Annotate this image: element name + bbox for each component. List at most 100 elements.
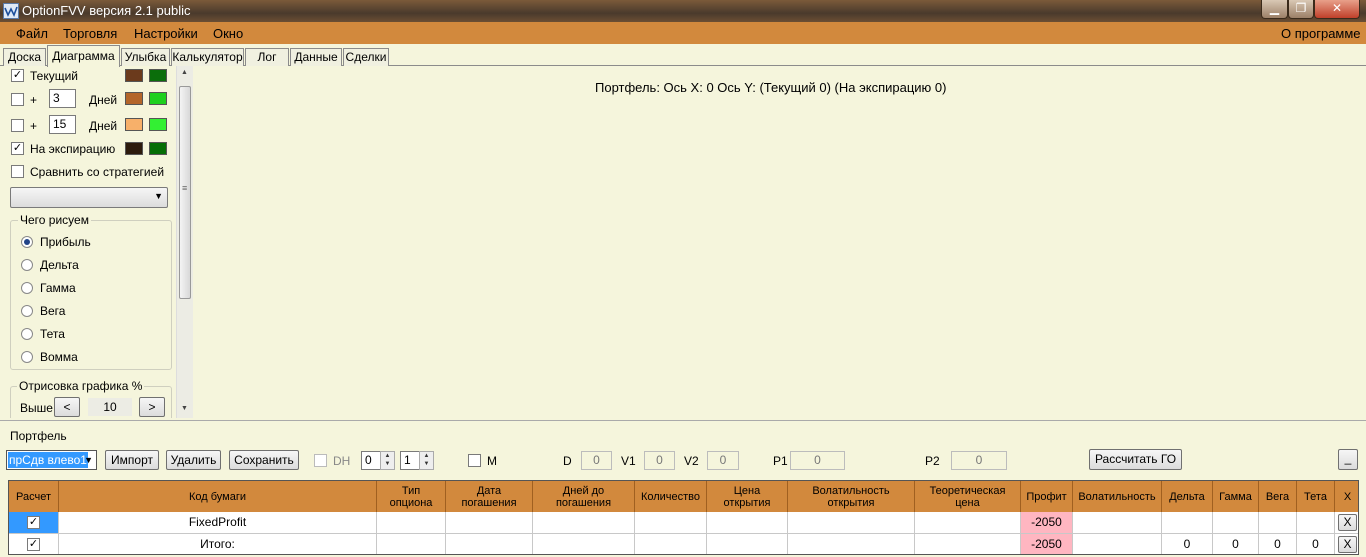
delete-button[interactable]: Удалить bbox=[166, 450, 221, 470]
menu-window[interactable]: Окно bbox=[213, 26, 243, 41]
days2-checkbox[interactable] bbox=[11, 119, 24, 132]
col-header-days-to-expiry[interactable]: Дней до погашения bbox=[533, 481, 635, 512]
days1-alt-color[interactable] bbox=[149, 92, 167, 105]
portfolio-table: Расчет Код бумаги Тип опциона Дата погаш… bbox=[8, 480, 1359, 555]
row-calc-checkbox[interactable]: ✓ bbox=[27, 516, 40, 530]
compare-checkbox[interactable] bbox=[11, 165, 24, 178]
row-remove-button[interactable]: X bbox=[1338, 536, 1357, 554]
radio-delta[interactable] bbox=[21, 259, 33, 271]
tab-log[interactable]: Лог bbox=[245, 48, 289, 66]
draw-type-group-title: Чего рисуем bbox=[18, 213, 91, 227]
col-header-delta[interactable]: Дельта bbox=[1162, 481, 1213, 512]
scroll-down-icon[interactable]: ▼ bbox=[181, 405, 188, 412]
portfolio-title: Портфель bbox=[10, 429, 67, 443]
tab-data[interactable]: Данные bbox=[290, 48, 342, 66]
spin1-input[interactable]: 0 bbox=[361, 451, 381, 470]
days2-alt-color[interactable] bbox=[149, 118, 167, 131]
p1-field[interactable]: 0 bbox=[790, 451, 845, 470]
row-calc-cell[interactable]: ✓ bbox=[9, 512, 59, 534]
col-header-calc[interactable]: Расчет bbox=[9, 481, 59, 512]
col-header-gamma[interactable]: Гамма bbox=[1213, 481, 1259, 512]
save-button[interactable]: Сохранить bbox=[229, 450, 299, 470]
days1-checkbox[interactable] bbox=[11, 93, 24, 106]
tab-diagram[interactable]: Диаграмма bbox=[47, 45, 120, 67]
row-open-volatility bbox=[788, 534, 915, 554]
radio-gamma[interactable] bbox=[21, 282, 33, 294]
col-header-theta[interactable]: Тета bbox=[1297, 481, 1335, 512]
above-value[interactable]: 10 bbox=[88, 398, 132, 416]
tab-board[interactable]: Доска bbox=[3, 48, 46, 66]
table-row[interactable]: ✓ FixedProfit -2050 X bbox=[9, 512, 1358, 534]
tab-deals[interactable]: Сделки bbox=[343, 48, 389, 66]
days1-main-color[interactable] bbox=[125, 92, 143, 105]
menu-about[interactable]: О программе bbox=[1281, 26, 1361, 41]
radio-vomma[interactable] bbox=[21, 351, 33, 363]
days2-input[interactable]: 15 bbox=[49, 115, 76, 134]
days2-main-color[interactable] bbox=[125, 118, 143, 131]
v1-label: V1 bbox=[621, 454, 636, 468]
m-checkbox[interactable] bbox=[468, 454, 481, 467]
v1-field[interactable]: 0 bbox=[644, 451, 675, 470]
spin2-stepper[interactable]: ▲ ▼ bbox=[419, 451, 434, 470]
calculate-go-button[interactable]: Рассчитать ГО bbox=[1089, 449, 1182, 470]
current-label: Текущий bbox=[30, 69, 78, 83]
scroll-up-icon[interactable]: ▲ bbox=[181, 69, 188, 76]
v2-field[interactable]: 0 bbox=[707, 451, 739, 470]
col-header-code[interactable]: Код бумаги bbox=[59, 481, 377, 512]
portfolio-select[interactable]: прСдв влево1 ▼ bbox=[6, 450, 97, 470]
strategy-select[interactable]: ▼ bbox=[10, 187, 168, 208]
col-header-vega[interactable]: Вега bbox=[1259, 481, 1297, 512]
col-header-theoretical-price[interactable]: Теоретическая цена bbox=[915, 481, 1021, 512]
col-header-option-type[interactable]: Тип опциона bbox=[377, 481, 446, 512]
col-header-quantity[interactable]: Количество bbox=[635, 481, 707, 512]
radio-profit[interactable] bbox=[21, 236, 33, 248]
above-increase-button[interactable]: > bbox=[139, 397, 165, 417]
expiration-main-color[interactable] bbox=[125, 142, 143, 155]
radio-vega-label: Вега bbox=[40, 304, 66, 318]
chart-caption: Портфель: Ось X: 0 Ось Y: (Текущий 0) (Н… bbox=[595, 80, 947, 95]
tab-smile[interactable]: Улыбка bbox=[121, 48, 170, 66]
row-calc-cell[interactable]: ✓ bbox=[9, 534, 59, 554]
row-remove-button[interactable]: X bbox=[1338, 514, 1357, 532]
current-main-color[interactable] bbox=[125, 69, 143, 82]
dh-checkbox[interactable] bbox=[314, 454, 327, 467]
expiration-checkbox[interactable]: ✓ bbox=[11, 142, 24, 155]
row-volatility bbox=[1073, 512, 1162, 534]
col-header-open-volatility[interactable]: Волатильность открытия bbox=[788, 481, 915, 512]
maximize-button[interactable]: ❐ bbox=[1288, 0, 1314, 19]
radio-theta[interactable] bbox=[21, 328, 33, 340]
collapse-button[interactable]: _ bbox=[1338, 449, 1358, 470]
menu-trading[interactable]: Торговля bbox=[63, 26, 117, 41]
scroll-thumb[interactable]: ≡ bbox=[179, 86, 191, 299]
p2-field[interactable]: 0 bbox=[951, 451, 1007, 470]
minimize-button[interactable]: ▁ bbox=[1261, 0, 1288, 19]
current-alt-color[interactable] bbox=[149, 69, 167, 82]
check-icon: ✓ bbox=[12, 69, 23, 81]
menu-file[interactable]: Файл bbox=[16, 26, 48, 41]
row-open-price bbox=[707, 534, 788, 554]
table-row[interactable]: ✓ Итого: -2050 0 0 0 0 X bbox=[9, 534, 1358, 554]
above-label: Выше bbox=[20, 401, 53, 415]
d-field[interactable]: 0 bbox=[581, 451, 612, 470]
col-header-volatility[interactable]: Волатильность bbox=[1073, 481, 1162, 512]
current-checkbox[interactable]: ✓ bbox=[11, 69, 24, 82]
expiration-alt-color[interactable] bbox=[149, 142, 167, 155]
p1-label: P1 bbox=[773, 454, 788, 468]
radio-vomma-label: Вомма bbox=[40, 350, 78, 364]
menu-settings[interactable]: Настройки bbox=[134, 26, 198, 41]
col-header-profit[interactable]: Профит bbox=[1021, 481, 1073, 512]
title-bar: OptionFVV версия 2.1 public ▁ ❐ ✕ bbox=[0, 0, 1366, 22]
close-button[interactable]: ✕ bbox=[1314, 0, 1360, 19]
days1-input[interactable]: 3 bbox=[49, 89, 76, 108]
tab-calculator[interactable]: Калькулятор bbox=[171, 48, 244, 66]
row-calc-checkbox[interactable]: ✓ bbox=[27, 538, 40, 552]
import-button[interactable]: Импорт bbox=[105, 450, 159, 470]
col-header-remove[interactable]: X bbox=[1335, 481, 1358, 512]
col-header-expiry-date[interactable]: Дата погашения bbox=[446, 481, 533, 512]
col-header-open-price[interactable]: Цена открытия bbox=[707, 481, 788, 512]
spin1-stepper[interactable]: ▲ ▼ bbox=[380, 451, 395, 470]
radio-vega[interactable] bbox=[21, 305, 33, 317]
settings-scrollbar[interactable]: ▲ ≡ ▼ bbox=[176, 66, 193, 418]
above-decrease-button[interactable]: < bbox=[54, 397, 80, 417]
spin2-input[interactable]: 1 bbox=[400, 451, 420, 470]
